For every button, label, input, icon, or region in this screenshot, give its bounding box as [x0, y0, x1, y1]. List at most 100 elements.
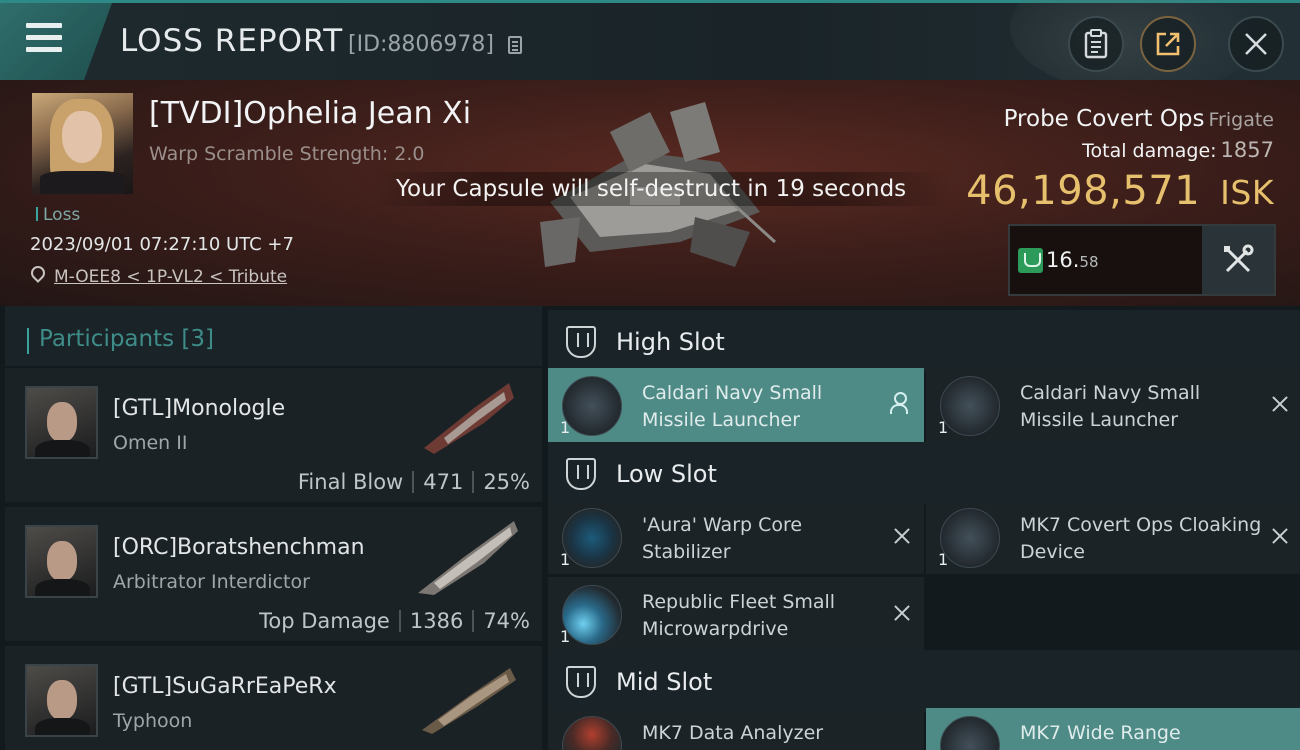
security-value: 16.58: [1046, 248, 1099, 272]
security-status-box: 16.58: [1008, 224, 1276, 296]
isk-amount: 46,198,571: [966, 168, 1201, 214]
module-item[interactable]: 1 MK7 Covert Ops Cloaking Device: [926, 500, 1300, 574]
participant-percent: 25%: [483, 470, 530, 494]
total-damage: Total damage: 1857: [1082, 138, 1274, 162]
module-item[interactable]: 1 Caldari Navy Small Missile Launcher: [926, 368, 1300, 442]
fitting-slots-panel: High Slot 1 Caldari Navy Small Missile L…: [548, 306, 1300, 750]
module-name: MK7 Wide Range: [1020, 722, 1181, 744]
victim-name[interactable]: [TVDI]Ophelia Jean Xi: [149, 96, 471, 131]
missile-launcher-icon: [562, 376, 622, 436]
mid-slot-header: Mid Slot: [548, 650, 1300, 712]
slot-shield-icon: [566, 326, 596, 358]
clipboard-icon: [1084, 29, 1108, 59]
destroyed-x-icon: [892, 603, 912, 623]
fitting-tools-icon: [1224, 244, 1254, 273]
participants-panel: Participants [3] [GTL]Monologle Omen II …: [0, 306, 548, 750]
pilot-icon: [890, 392, 908, 414]
participant-ship: Omen II: [113, 432, 188, 454]
module-name: Republic Fleet Small Microwarpdrive: [642, 591, 836, 640]
participant-damage: 1386: [409, 609, 464, 633]
participant-row[interactable]: [ORC]Boratshenchman Arbitrator Interdict…: [5, 507, 542, 641]
participant-ship-image: [422, 668, 516, 734]
participant-avatar[interactable]: [25, 525, 98, 598]
participant-row[interactable]: [GTL]Monologle Omen II Final Blow 471 25%: [5, 368, 542, 502]
participant-avatar[interactable]: [25, 386, 98, 459]
fitting-button[interactable]: [1202, 226, 1274, 294]
menu-button[interactable]: [0, 3, 112, 80]
participant-percent: 74%: [483, 609, 530, 633]
participant-role: Top Damage: [259, 609, 390, 633]
isk-value: 46,198,571 ISK: [966, 168, 1274, 214]
loss-datetime: 2023/09/01 07:27:10 UTC +7: [30, 234, 294, 255]
share-icon: [1156, 32, 1180, 56]
participant-ship: Arbitrator Interdictor: [113, 571, 310, 593]
participant-ship-image: [418, 521, 518, 595]
location-pin-icon: [28, 263, 48, 283]
slot-shield-icon: [566, 666, 596, 698]
module-qty: 1: [938, 418, 949, 437]
warp-scramble-strength: Warp Scramble Strength: 2.0: [149, 143, 425, 165]
destroyed-x-icon: [1270, 394, 1290, 414]
module-qty: 1: [560, 627, 571, 646]
module-qty: 1: [938, 550, 949, 569]
module-item[interactable]: 1 Caldari Navy Small Missile Launcher: [548, 368, 924, 442]
destroyed-x-icon: [892, 526, 912, 546]
participants-header: Participants [3]: [5, 306, 542, 366]
module-name: Caldari Navy Small Missile Launcher: [642, 382, 823, 431]
participant-ship-image: [424, 383, 514, 454]
module-name: MK7 Data Analyzer: [642, 722, 824, 744]
share-button[interactable]: [1140, 16, 1196, 72]
participant-row[interactable]: [GTL]SuGaRrEaPeRx Typhoon: [5, 646, 542, 750]
total-damage-value: 1857: [1220, 138, 1274, 162]
ship-name: Probe Covert Ops: [1003, 106, 1205, 132]
module-name: 'Aura' Warp Core Stabilizer: [642, 514, 803, 563]
participant-name: [ORC]Boratshenchman: [113, 535, 365, 560]
participants-title: Participants [3]: [26, 326, 215, 354]
module-item[interactable]: MK7 Wide Range: [926, 708, 1300, 750]
ship-class: Frigate: [1208, 109, 1274, 131]
destroyed-x-icon: [1270, 526, 1290, 546]
participant-role: Final Blow: [297, 470, 404, 494]
participant-avatar[interactable]: [25, 664, 98, 737]
participant-stats: Final Blow 471 25%: [298, 470, 530, 494]
module-item[interactable]: MK7 Data Analyzer: [548, 708, 924, 750]
victim-avatar[interactable]: [32, 93, 133, 194]
victim-ship[interactable]: Probe Covert Ops Frigate: [1004, 106, 1274, 132]
participant-name: [GTL]SuGaRrEaPeRx: [113, 674, 337, 699]
total-damage-label: Total damage:: [1082, 140, 1217, 162]
close-icon: [1245, 33, 1267, 55]
module-name: Caldari Navy Small Missile Launcher: [1020, 382, 1201, 431]
clipboard-button[interactable]: [1068, 16, 1124, 72]
participant-stats: Top Damage 1386 74%: [259, 609, 530, 633]
participants-count: [3]: [181, 326, 215, 352]
module-item[interactable]: 1 Republic Fleet Small Microwarpdrive: [548, 577, 924, 651]
participant-ship: Typhoon: [113, 710, 193, 732]
slot-shield-icon: [566, 458, 596, 490]
module-item[interactable]: 1 'Aura' Warp Core Stabilizer: [548, 500, 924, 574]
high-slot-header: High Slot: [548, 310, 1300, 372]
microwarpdrive-icon: [562, 585, 622, 645]
page-title: LOSS REPORT: [120, 23, 344, 59]
participant-damage: 471: [423, 470, 464, 494]
missile-launcher-icon: [940, 376, 1000, 436]
top-bar: LOSS REPORT [ID:8806978]: [0, 0, 1300, 93]
module-name: MK7 Covert Ops Cloaking Device: [1020, 514, 1262, 563]
slot-label: Mid Slot: [616, 668, 713, 696]
module-qty: 1: [560, 418, 571, 437]
capsule-warning: Your Capsule will self-destruct in 19 se…: [372, 172, 952, 206]
participant-name: [GTL]Monologle: [113, 396, 286, 421]
close-button[interactable]: [1228, 16, 1284, 72]
loss-tag: Loss: [36, 205, 80, 225]
victim-banner: [TVDI]Ophelia Jean Xi Warp Scramble Stre…: [0, 80, 1300, 306]
copy-icon[interactable]: [508, 36, 522, 54]
slot-label: Low Slot: [616, 460, 717, 488]
security-shield-icon: [1018, 248, 1043, 273]
location-link[interactable]: M-OEE8 < 1P-VL2 < Tribute: [54, 267, 287, 287]
warp-core-stabilizer-icon: [562, 508, 622, 568]
module-qty: 1: [560, 550, 571, 569]
low-slot-header: Low Slot: [548, 442, 1300, 504]
isk-unit: ISK: [1220, 173, 1274, 212]
cloaking-device-icon: [940, 508, 1000, 568]
slot-label: High Slot: [616, 328, 725, 356]
data-analyzer-icon: [562, 716, 622, 750]
